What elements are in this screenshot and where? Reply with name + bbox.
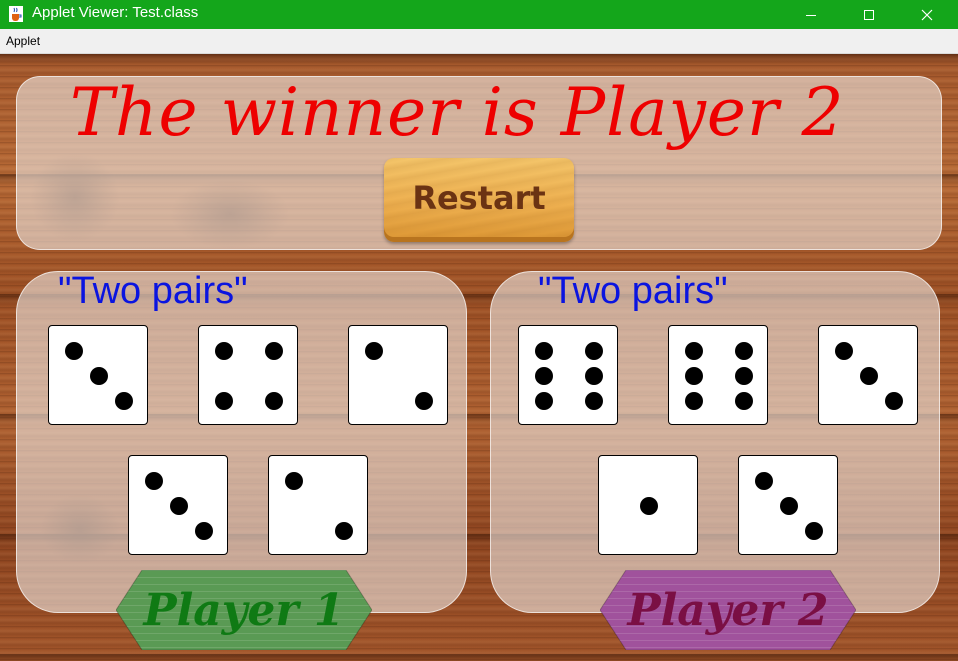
- die-pip: [170, 497, 188, 515]
- die-pip: [265, 392, 283, 410]
- die-pip: [195, 522, 213, 540]
- die-pip: [805, 522, 823, 540]
- die-pip: [145, 472, 163, 490]
- menu-applet[interactable]: Applet: [6, 34, 40, 48]
- die-pip: [585, 342, 603, 360]
- game-canvas: The winner is Player 2 Restart "Two pair…: [0, 54, 958, 661]
- close-icon: [921, 9, 933, 20]
- die-pip: [780, 497, 798, 515]
- maximize-icon: [864, 9, 874, 20]
- die-pip: [685, 342, 703, 360]
- die-pip: [755, 472, 773, 490]
- die-pip: [215, 342, 233, 360]
- die-pip: [285, 472, 303, 490]
- window-titlebar[interactable]: Applet Viewer: Test.class: [0, 0, 958, 29]
- die[interactable]: [818, 325, 918, 425]
- die-pip: [735, 342, 753, 360]
- close-button[interactable]: [904, 0, 950, 29]
- die-pip: [365, 342, 383, 360]
- die-pip: [735, 367, 753, 385]
- die[interactable]: [128, 455, 228, 555]
- die[interactable]: [518, 325, 618, 425]
- player-2-hand-label: "Two pairs": [538, 270, 728, 312]
- maximize-button[interactable]: [846, 0, 892, 29]
- die[interactable]: [738, 455, 838, 555]
- die[interactable]: [598, 455, 698, 555]
- restart-label: Restart: [412, 179, 546, 217]
- player-1-button[interactable]: Player 1: [116, 570, 372, 650]
- window-title: Applet Viewer: Test.class: [32, 4, 199, 21]
- die-pip: [265, 342, 283, 360]
- die-pip: [535, 342, 553, 360]
- player-2-panel: [490, 271, 940, 613]
- die-pip: [65, 342, 83, 360]
- die-pip: [585, 392, 603, 410]
- die-pip: [335, 522, 353, 540]
- winner-text: The winner is Player 2: [70, 74, 845, 151]
- die-pip: [415, 392, 433, 410]
- minimize-button[interactable]: [788, 0, 834, 29]
- die-pip: [685, 392, 703, 410]
- die[interactable]: [268, 455, 368, 555]
- die-pip: [585, 367, 603, 385]
- player-1-label: Player 1: [143, 584, 345, 636]
- die-pip: [115, 392, 133, 410]
- die[interactable]: [48, 325, 148, 425]
- minimize-icon: [806, 14, 816, 16]
- die-pip: [90, 367, 108, 385]
- die[interactable]: [348, 325, 448, 425]
- menu-bar: Applet: [0, 29, 958, 54]
- player-1-panel: [16, 271, 467, 613]
- die-pip: [885, 392, 903, 410]
- player-2-label: Player 2: [627, 584, 829, 636]
- die-pip: [535, 367, 553, 385]
- die[interactable]: [198, 325, 298, 425]
- die-pip: [640, 497, 658, 515]
- die[interactable]: [668, 325, 768, 425]
- java-cup-icon: [9, 6, 23, 22]
- die-pip: [735, 392, 753, 410]
- die-pip: [835, 342, 853, 360]
- die-pip: [860, 367, 878, 385]
- die-pip: [685, 367, 703, 385]
- die-pip: [535, 392, 553, 410]
- player-1-hand-label: "Two pairs": [58, 270, 248, 312]
- restart-button[interactable]: Restart: [384, 158, 574, 242]
- die-pip: [215, 392, 233, 410]
- player-2-button[interactable]: Player 2: [600, 570, 856, 650]
